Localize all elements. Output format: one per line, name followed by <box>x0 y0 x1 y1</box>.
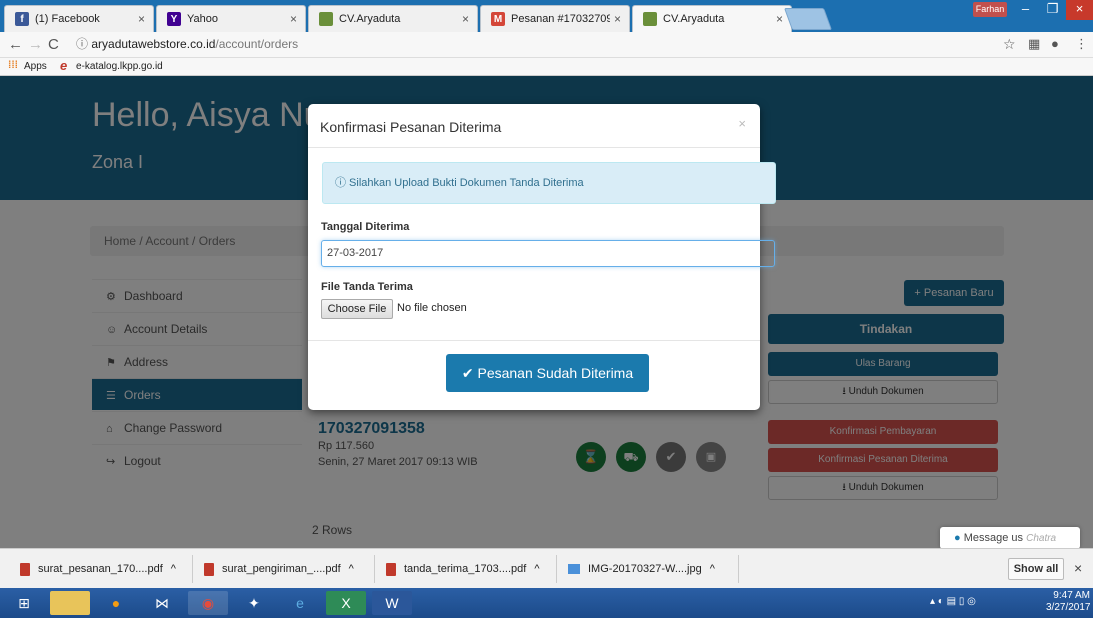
excel-icon[interactable]: X <box>326 591 366 615</box>
pdf-icon <box>204 562 214 576</box>
chat-brand: Chatra <box>1026 533 1057 544</box>
choose-file-button[interactable]: Choose File <box>321 299 393 319</box>
menu-icon[interactable]: ⋮ <box>1075 36 1088 52</box>
modal-title: Konfirmasi Pesanan Diterima <box>320 119 502 135</box>
image-icon <box>568 564 580 574</box>
online-dot-icon: ● <box>954 532 961 544</box>
file-status: No file chosen <box>397 302 467 314</box>
address-bar: ← → C ⓘ aryadutawebstore.co.id/account/o… <box>0 32 1093 58</box>
site-icon <box>643 12 657 26</box>
browser-tabstrip: f (1) Facebook × Y Yahoo × CV.Aryaduta ×… <box>0 0 1093 32</box>
chat-widget[interactable]: ● Message us Chatra <box>940 527 1080 549</box>
bookmark-ekatalog[interactable]: e-katalog.lkpp.go.id <box>76 61 163 72</box>
clock[interactable]: 9:47 AM 3/27/2017 <box>1046 590 1091 614</box>
download-filename: IMG-20170327-W....jpg <box>588 563 702 575</box>
date-input[interactable]: 27-03-2017 <box>321 240 775 267</box>
ekatalog-icon: e <box>60 58 68 73</box>
close-tab-icon[interactable]: × <box>776 12 783 26</box>
chevron-up-icon[interactable]: ^ <box>349 558 354 580</box>
close-icon[interactable]: × <box>1074 560 1082 576</box>
order-received-button[interactable]: ✔ Pesanan Sudah Diterima <box>446 354 649 392</box>
pdf-icon <box>20 562 30 576</box>
tab-title: CV.Aryaduta <box>339 13 401 25</box>
tab-facebook[interactable]: f (1) Facebook × <box>4 5 154 32</box>
new-tab-button[interactable] <box>783 8 833 30</box>
close-window-icon[interactable]: × <box>1066 0 1093 20</box>
yahoo-icon: Y <box>167 12 181 26</box>
app-icon[interactable]: ✦ <box>234 591 274 615</box>
url-host: aryadutawebstore.co.id <box>91 37 216 51</box>
confirm-received-modal: Konfirmasi Pesanan Diterima × ⓘ Silahkan… <box>308 104 776 410</box>
download-filename: surat_pengiriman_....pdf <box>222 563 341 575</box>
url-field[interactable]: ⓘ aryadutawebstore.co.id/account/orders <box>76 35 996 54</box>
internet-explorer-icon[interactable]: e <box>280 591 320 615</box>
firefox-icon[interactable]: ● <box>96 591 136 615</box>
bookmark-apps[interactable]: Apps <box>24 61 47 72</box>
extension-icon[interactable]: ▦ <box>1028 36 1040 52</box>
windows-taskbar: ⊞ ● ⋈ ◉ ✦ e X W ▴ ◐ ▤ ▯ ◎ 9:47 AM 3/27/2… <box>0 588 1093 618</box>
download-item[interactable]: IMG-20170327-W....jpg ^ <box>568 558 715 580</box>
downloads-bar: surat_pesanan_170....pdf ^ surat_pengirim… <box>0 548 1093 588</box>
apps-icon: ⁞⁞⁞ <box>8 60 18 71</box>
file-label: File Tanda Terima <box>321 281 413 293</box>
maximize-icon[interactable]: ❐ <box>1039 0 1066 20</box>
clock-date: 3/27/2017 <box>1046 602 1091 613</box>
info-text: ⓘ Silahkan Upload Bukti Dokumen Tanda Di… <box>335 177 584 189</box>
extension-icon[interactable]: ● <box>1051 36 1059 51</box>
tab-title: Yahoo <box>187 13 218 25</box>
tab-title: Pesanan #170327091358 <box>511 13 610 25</box>
chat-label: Message us <box>963 532 1024 544</box>
tray-icons[interactable]: ▴ ◐ ▤ ▯ ◎ <box>930 596 976 607</box>
minimize-icon[interactable]: – <box>1012 0 1039 20</box>
show-all-button[interactable]: Show all <box>1008 558 1064 580</box>
chevron-up-icon[interactable]: ^ <box>171 558 176 580</box>
reload-icon[interactable]: C <box>48 36 59 53</box>
facebook-icon: f <box>15 12 29 26</box>
close-tab-icon[interactable]: × <box>138 12 145 26</box>
back-icon[interactable]: ← <box>8 36 23 53</box>
tab-title: CV.Aryaduta <box>663 13 725 25</box>
download-item[interactable]: surat_pengiriman_....pdf ^ <box>204 558 354 580</box>
close-tab-icon[interactable]: × <box>614 12 621 26</box>
bookmarks-bar: ⁞⁞⁞ Apps e e-katalog.lkpp.go.id <box>0 58 1093 76</box>
profile-badge[interactable]: Farhan <box>973 2 1007 17</box>
chevron-up-icon[interactable]: ^ <box>710 558 715 580</box>
file-explorer-icon[interactable] <box>50 591 90 615</box>
forward-icon[interactable]: → <box>28 36 43 53</box>
info-icon: ⓘ <box>76 37 92 51</box>
close-tab-icon[interactable]: × <box>462 12 469 26</box>
info-alert: ⓘ Silahkan Upload Bukti Dokumen Tanda Di… <box>322 162 776 204</box>
pdf-icon <box>386 562 396 576</box>
site-icon <box>319 12 333 26</box>
word-icon[interactable]: W <box>372 591 412 615</box>
bookmark-star-icon[interactable]: ☆ <box>1003 36 1016 53</box>
date-label: Tanggal Diterima <box>321 221 410 233</box>
download-item[interactable]: tanda_terima_1703....pdf ^ <box>386 558 539 580</box>
chrome-icon[interactable]: ◉ <box>188 591 228 615</box>
download-item[interactable]: surat_pesanan_170....pdf ^ <box>20 558 176 580</box>
modal-header: Konfirmasi Pesanan Diterima × <box>308 104 760 148</box>
close-tab-icon[interactable]: × <box>290 12 297 26</box>
tab-title: (1) Facebook <box>35 13 100 25</box>
download-filename: surat_pesanan_170....pdf <box>38 563 163 575</box>
url-path: /account/orders <box>215 37 299 51</box>
tab-cv-aryaduta-1[interactable]: CV.Aryaduta × <box>308 5 478 32</box>
chevron-up-icon[interactable]: ^ <box>534 558 539 580</box>
tab-gmail-pesanan[interactable]: M Pesanan #170327091358 × <box>480 5 630 32</box>
tab-yahoo[interactable]: Y Yahoo × <box>156 5 306 32</box>
clock-time: 9:47 AM <box>1053 590 1090 601</box>
gmail-icon: M <box>491 12 505 26</box>
tab-cv-aryaduta-2[interactable]: CV.Aryaduta × <box>632 5 792 32</box>
download-filename: tanda_terima_1703....pdf <box>404 563 527 575</box>
close-icon[interactable]: × <box>738 116 746 131</box>
windows-start-icon[interactable]: ⊞ <box>4 591 44 615</box>
modal-footer: ✔ Pesanan Sudah Diterima <box>308 340 760 410</box>
media-player-icon[interactable]: ⋈ <box>142 591 182 615</box>
